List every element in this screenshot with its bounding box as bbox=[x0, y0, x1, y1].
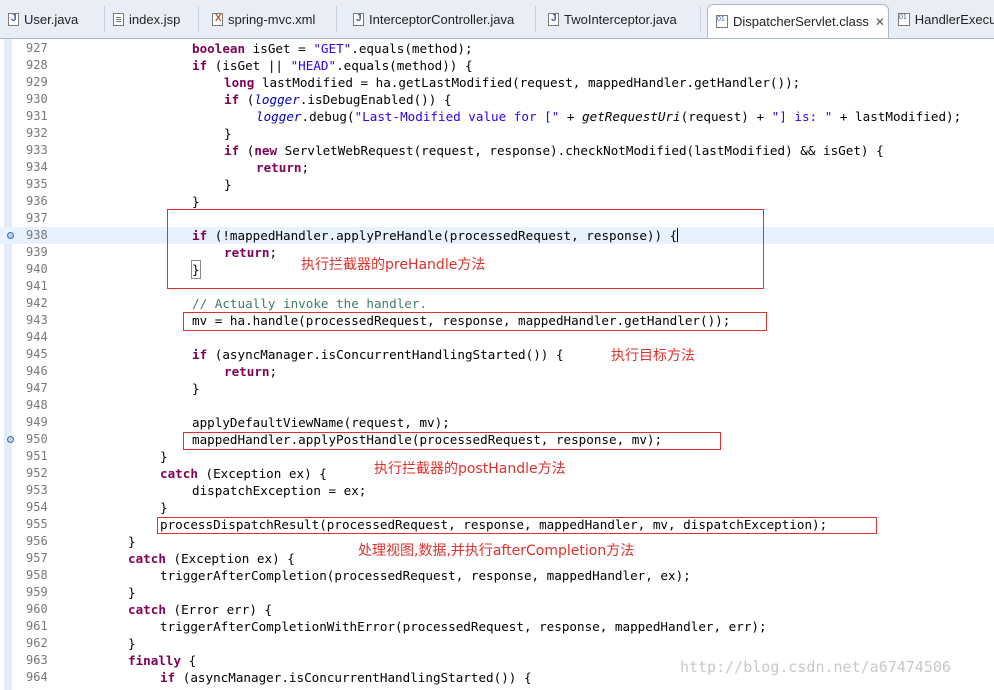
line-number: 938 bbox=[26, 228, 48, 242]
line-number: 956 bbox=[26, 534, 48, 548]
annotation-box-posthandle bbox=[183, 432, 721, 450]
annotation-box-dispatch-result bbox=[157, 517, 877, 534]
code-line: 948 bbox=[0, 397, 994, 414]
annotation-box-prehandle bbox=[167, 209, 764, 289]
line-number: 940 bbox=[26, 262, 48, 276]
line-number: 950 bbox=[26, 432, 48, 446]
line-number: 930 bbox=[26, 92, 48, 106]
line-number: 934 bbox=[26, 160, 48, 174]
tab-label: DispatcherServlet.class bbox=[733, 14, 869, 29]
line-number: 963 bbox=[26, 653, 48, 667]
jsp-file-icon bbox=[113, 12, 124, 26]
code-line: 953 dispatchException = ex; bbox=[26, 483, 367, 498]
line-number: 947 bbox=[26, 381, 48, 395]
code-line: 944 bbox=[0, 329, 994, 346]
code-line: 935} bbox=[26, 177, 232, 192]
line-number: 946 bbox=[26, 364, 48, 378]
line-number: 948 bbox=[26, 398, 48, 412]
line-number: 931 bbox=[26, 109, 48, 123]
annotation-note-target: 执行目标方法 bbox=[611, 348, 695, 364]
tab-label: HandlerExecut bbox=[914, 11, 994, 27]
code-line: 930 if (logger.isDebugEnabled()) { bbox=[26, 92, 452, 107]
code-line: 947} bbox=[26, 381, 200, 396]
xml-file-icon bbox=[212, 12, 223, 26]
line-number: 941 bbox=[26, 279, 48, 293]
line-number: 952 bbox=[26, 466, 48, 480]
breakpoint-marker-icon[interactable] bbox=[7, 232, 14, 239]
code-line: 961 triggerAfterCompletionWithError(proce… bbox=[26, 619, 767, 634]
tab-label: index.jsp bbox=[129, 11, 181, 27]
line-number: 942 bbox=[26, 296, 48, 310]
code-line: 929 long lastModified = ha.getLastModifie… bbox=[26, 75, 801, 90]
line-number: 955 bbox=[26, 517, 48, 531]
tab-user-java[interactable]: User.java bbox=[0, 6, 105, 32]
line-number: 929 bbox=[26, 75, 48, 89]
tab-spring-mvc-xml[interactable]: spring-mvc.xml bbox=[204, 6, 337, 32]
line-number: 932 bbox=[26, 126, 48, 140]
code-line: 958 triggerAfterCompletion(processedReque… bbox=[26, 568, 691, 583]
line-number: 951 bbox=[26, 449, 48, 463]
tab-label: spring-mvc.xml bbox=[228, 11, 316, 27]
code-line: 942// Actually invoke the handler. bbox=[26, 296, 428, 311]
line-number: 957 bbox=[26, 551, 48, 565]
code-line: 954} bbox=[26, 500, 168, 515]
annotation-note-prehandle: 执行拦截器的preHandle方法 bbox=[301, 257, 486, 273]
code-line: 959} bbox=[26, 585, 136, 600]
tab-index-jsp[interactable]: index.jsp bbox=[105, 6, 199, 32]
watermark: http://blog.csdn.net/a67474506 bbox=[680, 658, 951, 676]
line-number: 958 bbox=[26, 568, 48, 582]
line-number: 943 bbox=[26, 313, 48, 327]
line-number: 964 bbox=[26, 670, 48, 684]
line-number: 959 bbox=[26, 585, 48, 599]
code-line: 927 boolean isGet = "GET".equals(method); bbox=[26, 41, 473, 56]
code-line: 945 if (asyncManager.isConcurrentHandling… bbox=[26, 347, 564, 362]
code-line: 933 if (new ServletWebRequest(request, re… bbox=[26, 143, 884, 158]
class-file-icon bbox=[716, 15, 728, 28]
tab-label: InterceptorController.java bbox=[369, 11, 515, 27]
line-number: 936 bbox=[26, 194, 48, 208]
code-line: 946 return; bbox=[26, 364, 278, 379]
java-file-icon bbox=[548, 12, 559, 26]
line-number: 962 bbox=[26, 636, 48, 650]
line-number: 927 bbox=[26, 41, 48, 55]
class-file-icon bbox=[898, 12, 910, 26]
tab-label: TwoInterceptor.java bbox=[564, 11, 677, 27]
tab-dispatcher-servlet[interactable]: DispatcherServlet.class ✕ bbox=[707, 4, 889, 38]
line-number: 937 bbox=[26, 211, 48, 225]
annotation-box-handle bbox=[183, 312, 767, 331]
line-number: 935 bbox=[26, 177, 48, 191]
code-line: 934 return; bbox=[26, 160, 310, 175]
line-number: 928 bbox=[26, 58, 48, 72]
line-number: 944 bbox=[26, 330, 48, 344]
breakpoint-marker-icon[interactable] bbox=[7, 436, 14, 443]
line-number: 960 bbox=[26, 602, 48, 616]
line-number: 953 bbox=[26, 483, 48, 497]
code-line: 936} bbox=[26, 194, 200, 209]
annotation-note-posthandle: 执行拦截器的postHandle方法 bbox=[374, 461, 566, 477]
java-file-icon bbox=[8, 12, 19, 26]
code-line: 949 applyDefaultViewName(request, mv); bbox=[26, 415, 450, 430]
annotation-note-aftercompletion: 处理视图,数据,并执行afterCompletion方法 bbox=[358, 543, 635, 559]
editor-tab-bar: User.java index.jsp spring-mvc.xml Inter… bbox=[0, 0, 994, 39]
code-line: 932} bbox=[26, 126, 232, 141]
code-line: 960 catch (Error err) { bbox=[26, 602, 273, 617]
line-number: 933 bbox=[26, 143, 48, 157]
line-number: 961 bbox=[26, 619, 48, 633]
line-number: 945 bbox=[26, 347, 48, 361]
close-icon[interactable]: ✕ bbox=[875, 15, 885, 29]
code-line: 928 if (isGet || "HEAD".equals(method)) { bbox=[26, 58, 473, 73]
tab-interceptor-controller[interactable]: InterceptorController.java bbox=[345, 6, 536, 32]
line-number: 939 bbox=[26, 245, 48, 259]
line-number: 949 bbox=[26, 415, 48, 429]
code-line: 962} bbox=[26, 636, 136, 651]
tab-handler-execution[interactable]: HandlerExecut bbox=[890, 6, 994, 32]
tab-two-interceptor[interactable]: TwoInterceptor.java bbox=[540, 6, 701, 32]
code-editor[interactable]: 927 boolean isGet = "GET".equals(method);… bbox=[0, 39, 994, 690]
tab-label: User.java bbox=[24, 11, 79, 27]
code-line: 931 logger.debug("Last-Modified value for… bbox=[26, 109, 962, 124]
line-number: 954 bbox=[26, 500, 48, 514]
java-file-icon bbox=[353, 12, 364, 26]
